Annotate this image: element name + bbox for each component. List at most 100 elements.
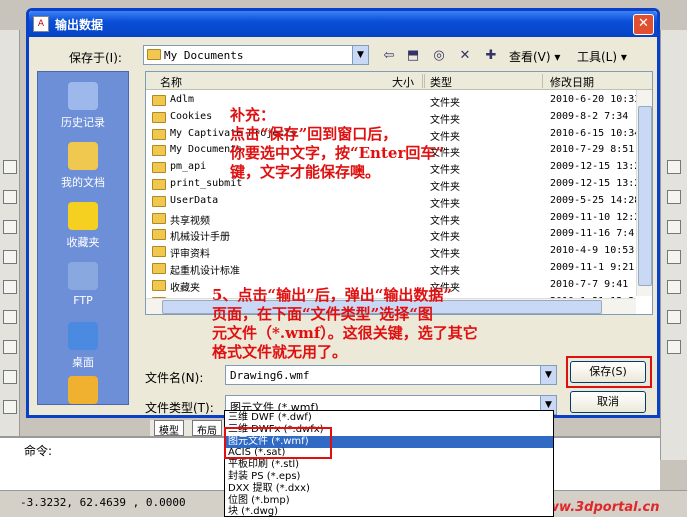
modify-tool-icon[interactable]: [667, 250, 681, 264]
list-item[interactable]: 机械设计手册 文件夹 2009-11-16 7:4: [146, 226, 636, 243]
folder-icon: [152, 229, 166, 241]
dropdown-option[interactable]: 块 (*.dwg): [225, 506, 553, 516]
vertical-scrollbar[interactable]: [636, 90, 652, 296]
filename-label: 文件名(N):: [145, 371, 204, 385]
folder-icon: [152, 279, 166, 291]
folder-icon: [152, 212, 166, 224]
place-label: FTP: [73, 294, 93, 307]
cad-right-toolbar: [660, 30, 687, 460]
list-item[interactable]: 起重机设计标准 文件夹 2009-11-1 9:21: [146, 260, 636, 277]
close-button[interactable]: ✕: [633, 14, 654, 35]
tab-layout[interactable]: 布局: [192, 420, 222, 437]
draw-tool-icon[interactable]: [3, 400, 17, 414]
buzzsaw-icon: [68, 376, 98, 404]
cancel-button[interactable]: 取消: [570, 391, 646, 413]
folder-icon: [152, 195, 166, 207]
modify-tool-icon[interactable]: [667, 340, 681, 354]
search-web-icon[interactable]: ◎: [429, 47, 449, 65]
cell-name: 机械设计手册: [170, 232, 230, 244]
chevron-down-icon[interactable]: ▼: [352, 46, 368, 64]
modify-tool-icon[interactable]: [667, 190, 681, 204]
column-header-size[interactable]: 大小: [392, 74, 414, 90]
draw-tool-icon[interactable]: [3, 190, 17, 204]
save-in-select[interactable]: My Documents ▼: [143, 45, 369, 65]
draw-tool-icon[interactable]: [3, 250, 17, 264]
draw-tool-icon[interactable]: [3, 160, 17, 174]
chevron-down-icon[interactable]: ▼: [540, 366, 556, 384]
dropdown-option[interactable]: 三维 DWF (*.dwf): [225, 412, 553, 424]
place-label: 收藏夹: [66, 236, 100, 249]
back-icon[interactable]: ⇦: [379, 47, 399, 65]
tools-menu-button[interactable]: 工具(L) ▾: [577, 48, 627, 65]
cell-date: 2009-11-1 9:21: [550, 262, 635, 273]
dropdown-option[interactable]: 位图 (*.bmp): [225, 495, 553, 507]
annotation-note: 补充： 点击“保存”回到窗口后， 你要选中文字，按“Enter回车” 键，文字才…: [230, 106, 444, 181]
my-documents-icon: [68, 142, 98, 170]
list-item[interactable]: 共享视频 文件夹 2009-11-10 12:2: [146, 210, 640, 227]
filetype-label: 文件类型(T):: [145, 401, 214, 415]
ftp-icon: [68, 262, 98, 290]
save-in-value: My Documents: [164, 49, 244, 62]
dropdown-option[interactable]: 封装 PS (*.eps): [225, 471, 553, 483]
folder-icon: [152, 162, 166, 174]
folder-icon: [152, 179, 166, 190]
file-list-header: 名称 大小 类型 修改日期: [146, 72, 652, 90]
save-in-label: 保存于(I):: [69, 51, 122, 65]
cell-date: 2009-11-10 12:2: [550, 211, 640, 223]
desktop-icon: [68, 322, 98, 350]
filename-value: Drawing6.wmf: [230, 369, 310, 382]
draw-tool-icon[interactable]: [3, 340, 17, 354]
places-bar: 历史记录 我的文档 收藏夹 FTP 桌面: [37, 71, 129, 405]
highlight-box: [224, 427, 332, 459]
autocad-app-icon: A: [33, 16, 49, 32]
folder-icon: [152, 263, 166, 274]
cell-name: Adlm: [170, 94, 195, 105]
cell-name: UserData: [170, 194, 219, 206]
up-folder-icon[interactable]: ⬒: [403, 47, 423, 65]
delete-icon[interactable]: ✕: [455, 47, 475, 65]
folder-icon: [152, 111, 166, 123]
place-desktop[interactable]: 桌面: [38, 316, 128, 374]
modify-tool-icon[interactable]: [667, 220, 681, 234]
annotation-note: 5、点击“输出”后，弹出“输出数据” 页面，在下面“文件类型”选择“图 元文件（…: [212, 286, 478, 361]
cell-date: 2009-11-16 7:4: [550, 228, 635, 240]
command-prompt: 命令:: [24, 444, 53, 458]
place-favorites[interactable]: 收藏夹: [38, 196, 128, 254]
modify-tool-icon[interactable]: [667, 280, 681, 294]
column-header-type[interactable]: 类型: [430, 74, 452, 90]
cell-name: 评审资料: [170, 249, 210, 261]
dialog-title: 输出数据: [55, 18, 104, 32]
coordinate-readout: -3.3232, 62.4639 , 0.0000: [20, 496, 186, 509]
draw-tool-icon[interactable]: [3, 370, 17, 384]
draw-tool-icon[interactable]: [3, 220, 17, 234]
cell-date: 2010-6-20 10:33: [550, 94, 640, 105]
place-ftp[interactable]: FTP: [38, 256, 128, 314]
cell-date: 2009-8-2 7:34: [550, 110, 629, 122]
column-header-date[interactable]: 修改日期: [550, 74, 594, 90]
draw-tool-icon[interactable]: [3, 310, 17, 324]
star-icon: [68, 202, 98, 230]
filename-input[interactable]: Drawing6.wmf ▼: [225, 365, 557, 385]
place-my-documents[interactable]: 我的文档: [38, 136, 128, 194]
draw-tool-icon[interactable]: [3, 280, 17, 294]
tab-model[interactable]: 模型: [154, 420, 184, 437]
place-label: 我的文档: [61, 176, 105, 189]
scroll-thumb[interactable]: [638, 106, 652, 286]
column-header-name[interactable]: 名称: [160, 74, 182, 90]
folder-icon: [147, 49, 161, 60]
place-history[interactable]: 历史记录: [38, 76, 128, 134]
title-bar[interactable]: A 输出数据 ✕: [29, 11, 657, 37]
list-item[interactable]: 评审资料 文件夹 2010-4-9 10:53: [146, 243, 636, 260]
cell-type: 文件夹: [430, 215, 460, 227]
new-folder-icon[interactable]: ✚: [481, 47, 501, 65]
view-menu-button[interactable]: 查看(V) ▾: [509, 48, 560, 65]
dropdown-option[interactable]: 平板印刷 (*.stl): [225, 459, 553, 471]
cell-date: 2010-6-15 10:34: [550, 127, 640, 139]
dropdown-option[interactable]: DXX 提取 (*.dxx): [225, 483, 553, 495]
modify-tool-icon[interactable]: [667, 160, 681, 174]
place-buzzsaw[interactable]: [38, 376, 128, 404]
list-item[interactable]: UserData 文件夹 2009-5-25 14:28: [146, 193, 640, 210]
folder-icon: [152, 95, 166, 106]
modify-tool-icon[interactable]: [667, 310, 681, 324]
folder-icon: [152, 246, 166, 258]
